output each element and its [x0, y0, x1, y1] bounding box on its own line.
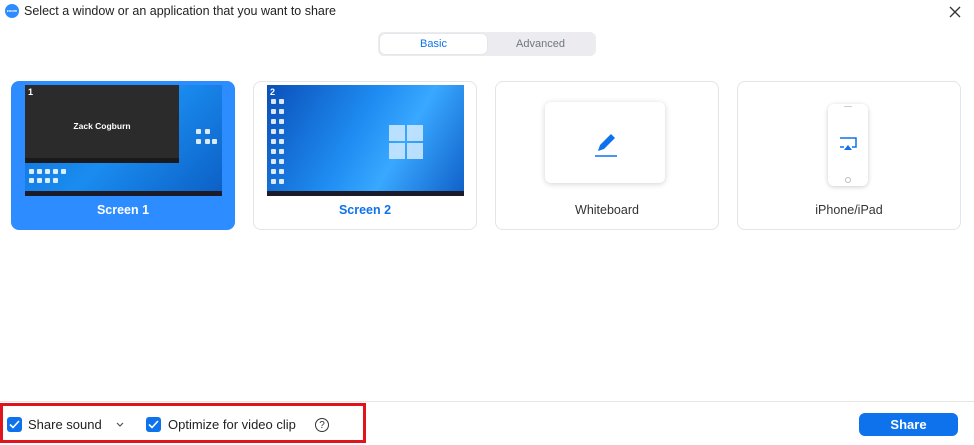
- pen-icon: [595, 134, 617, 157]
- tab-advanced[interactable]: Advanced: [487, 34, 594, 54]
- screen-number: 2: [270, 87, 276, 97]
- share-sound-label[interactable]: Share sound: [28, 417, 102, 433]
- phone-speaker: [844, 106, 852, 107]
- desktop-icon: [29, 178, 34, 183]
- title-bar: zoom Select a window or an application t…: [0, 0, 974, 24]
- video-toolbar-preview: [25, 158, 179, 163]
- desktop-icon: [271, 159, 276, 164]
- screen-2-thumbnail: 2: [267, 85, 464, 196]
- share-button[interactable]: Share: [859, 413, 958, 436]
- desktop-icon: [29, 169, 34, 174]
- desktop-icon: [205, 139, 210, 144]
- video-participant-name: Zack Cogburn: [73, 121, 131, 131]
- taskbar-preview: [267, 191, 464, 196]
- desktop-icon: [279, 99, 284, 104]
- optimize-video-label[interactable]: Optimize for video clip: [168, 417, 296, 433]
- desktop-icon: [279, 159, 284, 164]
- phone-home-button: [845, 177, 851, 183]
- desktop-icon: [279, 139, 284, 144]
- desktop-icon: [37, 169, 42, 174]
- zoom-logo-icon: zoom: [5, 4, 19, 18]
- desktop-icon: [53, 169, 58, 174]
- tab-switcher: Basic Advanced: [378, 32, 596, 56]
- desktop-icon: [61, 169, 66, 174]
- desktop-icon: [279, 109, 284, 114]
- desktop-icon: [279, 129, 284, 134]
- screen-2-label: Screen 2: [338, 203, 392, 217]
- desktop-icon: [37, 178, 42, 183]
- screen-1-tile[interactable]: Zack Cogburn 1 Screen 1: [11, 81, 235, 230]
- desktop-icon: [271, 139, 276, 144]
- whiteboard-card: [545, 102, 665, 183]
- desktop-icon: [271, 99, 276, 104]
- footer-divider: [0, 401, 974, 402]
- desktop-icon: [196, 139, 201, 144]
- tab-basic[interactable]: Basic: [380, 34, 487, 54]
- desktop-icon: [279, 179, 284, 184]
- share-sound-dropdown[interactable]: [114, 417, 126, 431]
- desktop-icon: [271, 119, 276, 124]
- window-title: Select a window or an application that y…: [24, 4, 336, 18]
- checkmark-icon: [9, 420, 20, 429]
- taskbar-preview: [25, 191, 222, 196]
- screen-number: 1: [28, 87, 34, 97]
- desktop-icon: [212, 139, 217, 144]
- desktop-icon: [45, 178, 50, 183]
- close-button[interactable]: [944, 1, 966, 23]
- desktop-icon: [53, 178, 58, 183]
- desktop-icon: [271, 179, 276, 184]
- airplay-icon: [840, 137, 857, 150]
- whiteboard-tile[interactable]: Whiteboard: [495, 81, 719, 230]
- checkmark-icon: [148, 420, 159, 429]
- phone-illustration: [828, 104, 868, 186]
- desktop-icon: [279, 119, 284, 124]
- optimize-video-checkbox[interactable]: [146, 417, 161, 432]
- desktop-icon: [271, 169, 276, 174]
- close-icon: [949, 6, 961, 18]
- screen-1-label: Screen 1: [96, 203, 150, 217]
- desktop-icon: [205, 129, 210, 134]
- iphone-ipad-label: iPhone/iPad: [815, 203, 883, 217]
- share-sound-checkbox[interactable]: [7, 417, 22, 432]
- help-icon[interactable]: ?: [315, 418, 329, 432]
- desktop-icon: [271, 149, 276, 154]
- chevron-down-icon: [116, 422, 124, 427]
- desktop-icon: [279, 149, 284, 154]
- desktop-icon: [45, 169, 50, 174]
- desktop-icon: [271, 129, 276, 134]
- screen-1-thumbnail: Zack Cogburn 1: [25, 85, 222, 196]
- desktop-icon: [279, 169, 284, 174]
- desktop-icon: [271, 109, 276, 114]
- iphone-ipad-tile[interactable]: iPhone/iPad: [737, 81, 961, 230]
- logo-text: zoom: [6, 8, 18, 13]
- windows-logo-icon: [389, 125, 423, 159]
- video-window-preview: Zack Cogburn: [25, 85, 179, 163]
- screen-2-tile[interactable]: 2 Screen 2: [253, 81, 477, 230]
- desktop-icon: [196, 129, 201, 134]
- whiteboard-label: Whiteboard: [575, 203, 639, 217]
